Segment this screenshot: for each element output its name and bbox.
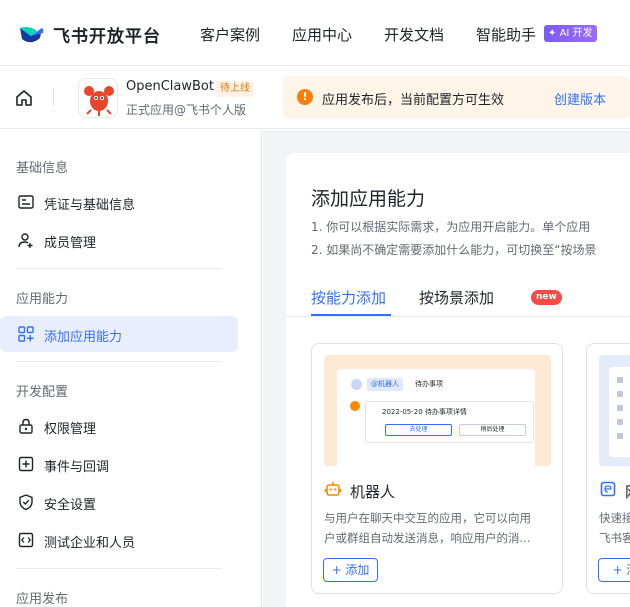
robot-icon	[324, 482, 342, 496]
ai-dev-badge[interactable]: ✦ AI 开发	[544, 25, 597, 42]
tab-by-capability[interactable]: 按能力添加	[311, 287, 386, 308]
notice-text: 应用发布后，当前配置方可生效	[322, 93, 505, 108]
main-content: 添加应用能力 1. 你可以根据实际需求，为应用开启能力。单个应用 2. 如果尚不…	[263, 130, 630, 607]
bot-avatar	[350, 401, 360, 411]
mention-text: 待办事项	[415, 380, 443, 388]
divider	[16, 361, 222, 362]
sidebar-item-label: 添加应用能力	[44, 330, 123, 345]
sidebar-item-credentials[interactable]: 凭证与基础信息	[0, 184, 238, 220]
app-name: OpenClawBot	[126, 79, 214, 94]
capability-card-web[interactable]: 网 快速接 飞书客 + 添	[586, 343, 630, 594]
nav-link-customer-cases[interactable]: 客户案例	[200, 24, 260, 45]
new-badge: new	[531, 290, 562, 305]
lobster-icon	[84, 86, 114, 116]
grid-add-icon	[18, 326, 34, 342]
sidebar-item-label: 凭证与基础信息	[44, 198, 136, 213]
avatar	[351, 379, 362, 390]
divider	[16, 568, 222, 569]
description-line: 与用户在聊天中交互的应用，它可以向用	[324, 511, 531, 525]
tip-line-2: 2. 如果尚不确定需要添加什么能力，可切换至“按场景	[311, 243, 597, 257]
sidebar-section-publish: 应用发布	[16, 592, 69, 607]
chat-mockup: @机器人 待办事项 2022-05-20 待办事项详情 去处理 稍后处理	[337, 369, 535, 466]
capability-description: 与用户在聊天中交互的应用，它可以向用 户或群组自动发送消息，响应用户的消...	[324, 508, 552, 548]
sidebar-item-label: 安全设置	[44, 498, 97, 513]
add-web-button[interactable]: + 添	[598, 558, 630, 582]
lock-icon	[19, 418, 33, 434]
shield-check-icon	[19, 494, 33, 511]
top-navigation: 飞书开放平台 客户案例 应用中心 开发文档 智能助手 ✦ AI 开发	[0, 0, 630, 66]
capability-description: 快速接 飞书客	[599, 508, 630, 548]
publish-notice: ! 应用发布后，当前配置方可生效 创建版本	[283, 76, 630, 119]
sidebar: 基础信息 凭证与基础信息 成员管理 应用能力 添加应用能力 开发配置 权限管理 …	[0, 130, 262, 607]
mention-chip: @机器人	[367, 378, 403, 391]
sidebar-item-test-tenants[interactable]: 测试企业和人员	[0, 522, 238, 558]
nav-link-app-center[interactable]: 应用中心	[292, 24, 352, 45]
brand-name: 飞书开放平台	[53, 26, 161, 47]
feishu-logo-icon	[20, 27, 44, 43]
ai-badge-label: AI 开发	[559, 28, 593, 39]
sidebar-item-label: 事件与回调	[44, 460, 110, 475]
sidebar-item-label: 测试企业和人员	[44, 536, 136, 551]
app-subtitle: 正式应用@飞书个人版	[126, 103, 247, 117]
web-preview-illustration	[599, 355, 630, 466]
nav-link-dev-docs[interactable]: 开发文档	[384, 24, 444, 45]
app-avatar[interactable]	[78, 78, 118, 118]
sidebar-item-members[interactable]: 成员管理	[0, 222, 238, 258]
id-card-icon	[18, 195, 34, 209]
page-title: 添加应用能力	[311, 188, 426, 210]
add-bot-button[interactable]: + 添加	[323, 558, 378, 582]
message-card: 2022-05-20 待办事项详情	[365, 401, 534, 443]
description-line: 飞书客	[599, 531, 630, 545]
capability-name: 网	[625, 481, 630, 502]
brand-logo-link[interactable]: 飞书开放平台	[17, 20, 161, 48]
code-box-icon	[18, 532, 34, 548]
divider	[53, 88, 54, 106]
plus-square-icon	[18, 456, 34, 472]
status-badge: 待上线	[216, 81, 254, 97]
capability-name: 机器人	[350, 483, 396, 501]
description-line: 快速接	[599, 511, 630, 525]
divider	[286, 316, 630, 317]
divider	[16, 268, 222, 269]
tab-by-scenario[interactable]: 按场景添加	[419, 287, 494, 308]
mock-secondary-button: 稍后处理	[459, 424, 526, 436]
user-add-icon	[18, 233, 33, 248]
mock-primary-button: 去处理	[385, 424, 452, 436]
sidebar-item-label: 成员管理	[44, 236, 97, 251]
create-version-link[interactable]: 创建版本	[554, 89, 606, 108]
description-line: 户或群组自动发送消息，响应用户的消...	[324, 531, 531, 545]
sidebar-item-permissions[interactable]: 权限管理	[0, 408, 238, 444]
app-header-bar: OpenClawBot 待上线 正式应用@飞书个人版 ! 应用发布后，当前配置方…	[0, 66, 630, 129]
sidebar-item-security[interactable]: 安全设置	[0, 484, 238, 520]
home-icon[interactable]	[14, 88, 34, 108]
web-app-icon	[600, 481, 616, 497]
message-text: 2022-05-20 待办事项详情	[382, 408, 467, 416]
sidebar-item-add-capability[interactable]: 添加应用能力	[0, 316, 238, 352]
nav-link-smart-assistant[interactable]: 智能助手	[476, 24, 536, 45]
sparkle-icon: ✦	[548, 28, 557, 39]
capability-card-bot[interactable]: @机器人 待办事项 2022-05-20 待办事项详情 去处理 稍后处理 机器人…	[311, 343, 563, 594]
capability-panel: 添加应用能力 1. 你可以根据实际需求，为应用开启能力。单个应用 2. 如果尚不…	[286, 153, 630, 607]
tip-line-1: 1. 你可以根据实际需求，为应用开启能力。单个应用	[311, 220, 591, 234]
web-mockup	[609, 367, 630, 457]
warning-icon: !	[297, 89, 313, 105]
sidebar-item-events[interactable]: 事件与回调	[0, 446, 238, 482]
sidebar-item-label: 权限管理	[44, 422, 97, 437]
bot-preview-illustration: @机器人 待办事项 2022-05-20 待办事项详情 去处理 稍后处理	[324, 355, 551, 466]
active-tab-indicator	[311, 314, 391, 316]
sidebar-section-capabilities: 应用能力	[16, 292, 69, 307]
sidebar-section-basic: 基础信息	[16, 161, 69, 176]
sidebar-section-dev-config: 开发配置	[16, 385, 69, 400]
